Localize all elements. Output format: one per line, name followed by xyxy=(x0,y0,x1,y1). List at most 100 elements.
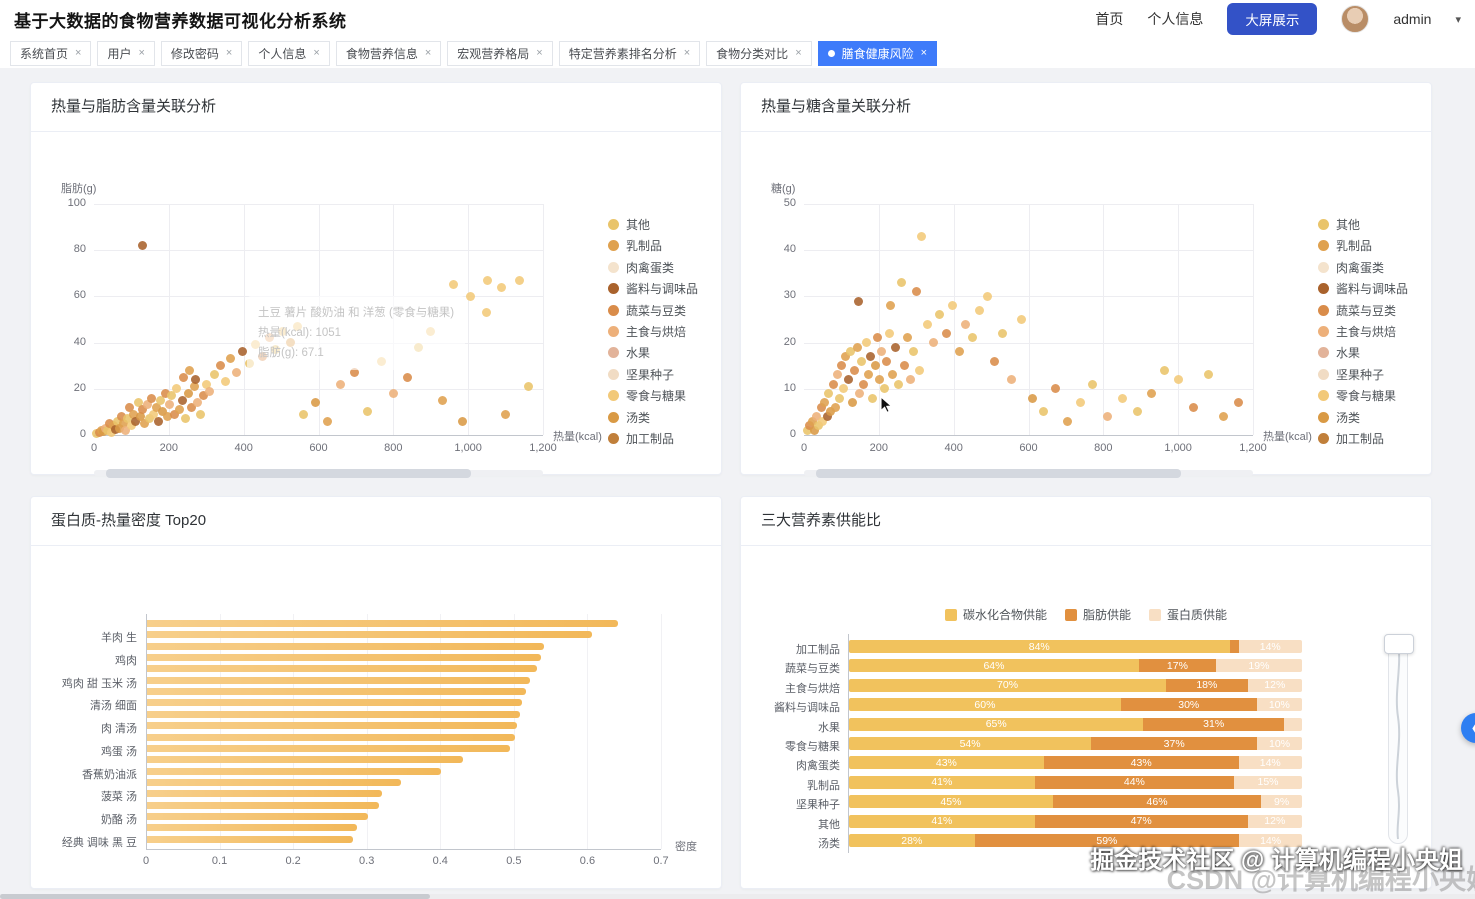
scatter-point[interactable] xyxy=(515,275,525,285)
bar[interactable] xyxy=(147,654,541,662)
legend-item[interactable]: 乳制品 xyxy=(608,237,662,254)
stacked-bar-chart-energy[interactable]: 碳水化合物供能 脂肪供能 蛋白质供能 加工制品 84% 14% 蔬菜与豆类 64% 17% 19%… xyxy=(741,546,1431,889)
scatter-point[interactable] xyxy=(192,398,202,408)
scatter-point[interactable] xyxy=(961,319,971,329)
stack-segment[interactable]: 43% xyxy=(849,756,1044,770)
scatter-point[interactable] xyxy=(830,402,840,412)
legend-item[interactable]: 蔬菜与豆类 xyxy=(608,302,686,319)
scatter-point[interactable] xyxy=(854,388,864,398)
bar[interactable] xyxy=(147,665,537,673)
scatter-point[interactable] xyxy=(1027,393,1037,403)
scatter-point[interactable] xyxy=(853,296,863,306)
scatter-point[interactable] xyxy=(833,370,843,380)
bar[interactable] xyxy=(147,688,526,696)
stack-segment[interactable]: 15% xyxy=(1234,775,1302,789)
legend-item[interactable]: 其他 xyxy=(1318,216,1360,233)
scatter-point[interactable] xyxy=(859,379,869,389)
legend-item[interactable]: 其他 xyxy=(608,216,650,233)
scatter-point[interactable] xyxy=(184,365,194,375)
scatter-point[interactable] xyxy=(887,370,897,380)
legend-item[interactable]: 坚果种子 xyxy=(1318,366,1384,383)
scatter-point[interactable] xyxy=(948,301,958,311)
scatter-point[interactable] xyxy=(967,333,977,343)
scatter-point[interactable] xyxy=(438,395,448,405)
scatter-point[interactable] xyxy=(403,372,413,382)
scatter-point[interactable] xyxy=(264,333,274,343)
scatter-point[interactable] xyxy=(278,326,288,336)
scatter-point[interactable] xyxy=(336,379,346,389)
stack-segment[interactable]: 19% xyxy=(1215,659,1302,673)
nav-profile[interactable]: 个人信息 xyxy=(1147,9,1203,29)
stack-segment[interactable]: 10% xyxy=(1256,698,1302,712)
bar-chart-density[interactable]: 0 0.1 0.2 0.3 0.4 0.5 0.6 0.7 羊肉 生鸡肉 鸡肉 甜 玉米 汤清汤 … xyxy=(31,546,721,889)
bar[interactable] xyxy=(147,722,518,730)
scatter-point[interactable] xyxy=(1007,375,1017,385)
scatter-point[interactable] xyxy=(238,347,248,357)
scatter-point[interactable] xyxy=(299,409,309,419)
scatter-point[interactable] xyxy=(257,351,267,361)
bar[interactable] xyxy=(147,801,379,809)
legend-item[interactable]: 酱料与调味品 xyxy=(1318,280,1408,297)
scatter-point[interactable] xyxy=(195,409,205,419)
legend-item[interactable]: 主食与烘焙 xyxy=(608,323,686,340)
legend-item[interactable]: 零食与糖果 xyxy=(1318,387,1396,404)
legend-item[interactable]: 加工制品 xyxy=(608,430,674,447)
scatter-point[interactable] xyxy=(1063,416,1073,426)
legend-item[interactable]: 水果 xyxy=(1318,344,1360,361)
legend-item[interactable]: 酱料与调味品 xyxy=(608,280,698,297)
chevron-down-icon[interactable]: ▾ xyxy=(1455,13,1461,26)
scatter-point[interactable] xyxy=(1117,393,1127,403)
scatter-point[interactable] xyxy=(911,287,921,297)
scatter-point[interactable] xyxy=(916,231,926,241)
scatter-point[interactable] xyxy=(215,361,225,371)
scatter-point[interactable] xyxy=(221,377,231,387)
scatter-point[interactable] xyxy=(1188,402,1198,412)
scatter-point[interactable] xyxy=(872,333,882,343)
stack-segment[interactable]: 37% xyxy=(1091,737,1258,750)
stack-segment[interactable]: 18% xyxy=(1166,678,1248,692)
big-screen-button[interactable]: 大屏展示 xyxy=(1227,3,1318,35)
scatter-point[interactable] xyxy=(165,400,175,410)
scatter-point[interactable] xyxy=(922,319,932,329)
scatter-point[interactable] xyxy=(209,370,219,380)
scatter-point[interactable] xyxy=(1050,384,1060,394)
legend-item[interactable]: 水果 xyxy=(608,344,650,361)
bar[interactable] xyxy=(147,676,530,684)
scatter-point[interactable] xyxy=(293,321,303,331)
stack-segment[interactable]: 54% xyxy=(849,737,1092,750)
stack-segment[interactable]: 28% xyxy=(849,834,975,847)
scatter-point[interactable] xyxy=(982,291,992,301)
stack-segment[interactable]: 12% xyxy=(1247,678,1302,692)
tab-close-icon[interactable]: × xyxy=(226,47,232,59)
scatter-point[interactable] xyxy=(850,365,860,375)
scatter-point[interactable] xyxy=(828,379,838,389)
scatter-point[interactable] xyxy=(857,356,867,366)
scatter-point[interactable] xyxy=(231,368,241,378)
stack-segment[interactable]: 9% xyxy=(1261,795,1302,809)
tab-item[interactable]: 用户 × xyxy=(97,40,155,66)
scatter-point[interactable] xyxy=(523,381,533,391)
scatter-point[interactable] xyxy=(902,333,912,343)
bar[interactable] xyxy=(147,767,442,775)
datazoom-handle[interactable] xyxy=(816,468,1181,478)
tab-close-icon[interactable]: × xyxy=(684,47,690,59)
stack-segment[interactable]: 44% xyxy=(1034,775,1235,789)
stack-segment[interactable]: 14% xyxy=(1239,834,1302,847)
scatter-point[interactable] xyxy=(458,416,468,426)
stack-segment[interactable]: 14% xyxy=(1238,640,1302,653)
scatter-point[interactable] xyxy=(147,393,157,403)
scatter-point[interactable] xyxy=(285,338,295,348)
scatter-point[interactable] xyxy=(975,305,985,315)
bar[interactable] xyxy=(147,710,520,718)
scatter-point[interactable] xyxy=(1233,398,1243,408)
stack-segment[interactable] xyxy=(1229,640,1239,653)
tab-item[interactable]: 食物营养信息 × xyxy=(335,40,442,66)
scatter-point[interactable] xyxy=(362,407,372,417)
nav-home[interactable]: 首页 xyxy=(1095,9,1123,29)
scatter-point[interactable] xyxy=(180,414,190,424)
legend-item[interactable]: 碳水化合物供能 xyxy=(944,606,1047,623)
legend-item[interactable]: 主食与烘焙 xyxy=(1318,323,1396,340)
scatter-point[interactable] xyxy=(890,342,900,352)
stack-segment[interactable]: 41% xyxy=(849,814,1035,828)
scatter-point[interactable] xyxy=(885,301,895,311)
